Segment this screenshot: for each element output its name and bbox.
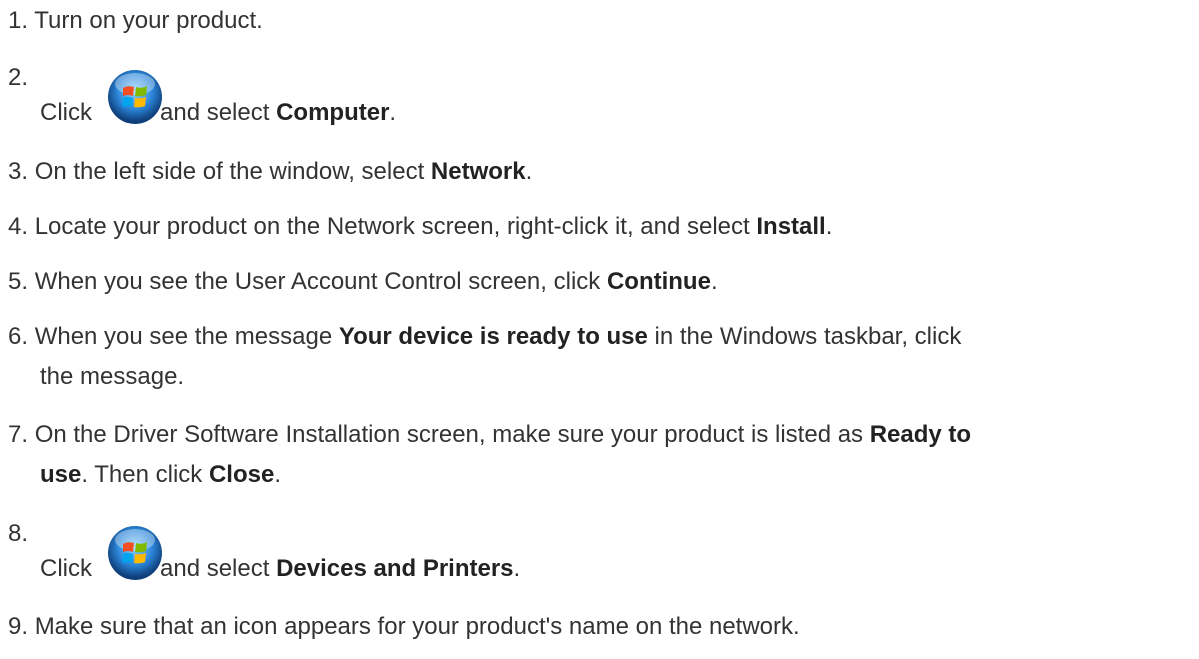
step-6: 6. When you see the message Your device … (8, 323, 962, 350)
step-8-number: 8. (8, 519, 28, 549)
ui-term: Ready to (869, 421, 972, 448)
step-text: and select (160, 99, 277, 126)
step-3: 3. On the left side of the window, selec… (8, 158, 533, 185)
step-1: 1. Turn on your product. (8, 6, 263, 36)
step-text: Make sure that an icon appears for your … (34, 613, 800, 640)
ui-term: Network (430, 158, 526, 185)
step-list: 1. Turn on your product. 2. Click and sel… (0, 0, 1199, 659)
step-number: 3. (8, 158, 29, 185)
step-number: 9. (8, 613, 29, 640)
step-9: 9. Make sure that an icon appears for yo… (8, 612, 800, 642)
ui-term: Your device is ready to use (338, 323, 648, 350)
step-text: and select (160, 555, 277, 582)
step-text: On the left side of the window, select (34, 158, 431, 185)
step-6-continued: the message. (40, 362, 184, 392)
step-number: 6. (8, 323, 29, 350)
step-4: 4. Locate your product on the Network sc… (8, 213, 833, 240)
step-number: 8. (8, 520, 29, 547)
step-text: Click (40, 555, 92, 582)
ui-term: Computer (276, 99, 390, 126)
step-text: When you see the User Account Control sc… (34, 268, 607, 295)
step-text: On the Driver Software Installation scre… (34, 421, 870, 448)
step-text: When you see the message (34, 323, 339, 350)
step-number: 4. (8, 213, 29, 240)
step-number: 2. (8, 64, 29, 91)
ui-term: Devices and Printers (276, 555, 514, 582)
ui-term: use (40, 461, 82, 488)
step-number: 5. (8, 268, 29, 295)
step-text: Turn on your product. (34, 7, 263, 34)
step-number: 7. (8, 421, 29, 448)
step-7-continued: use. Then click Close. (40, 461, 281, 488)
step-number: 1. (8, 7, 29, 34)
step-8: Click and select Devices and Printers. (40, 555, 521, 582)
step-2-number: 2. (8, 63, 28, 93)
ui-term: Close (208, 461, 275, 488)
ui-term: Continue (606, 268, 711, 295)
step-text: Locate your product on the Network scree… (34, 213, 757, 240)
step-text: Click (40, 99, 92, 126)
step-5: 5. When you see the User Account Control… (8, 268, 718, 295)
step-2: Click and select Computer. (40, 99, 397, 126)
step-text: the message. (40, 363, 185, 390)
ui-term: Install (756, 213, 826, 240)
step-7: 7. On the Driver Software Installation s… (8, 420, 971, 450)
